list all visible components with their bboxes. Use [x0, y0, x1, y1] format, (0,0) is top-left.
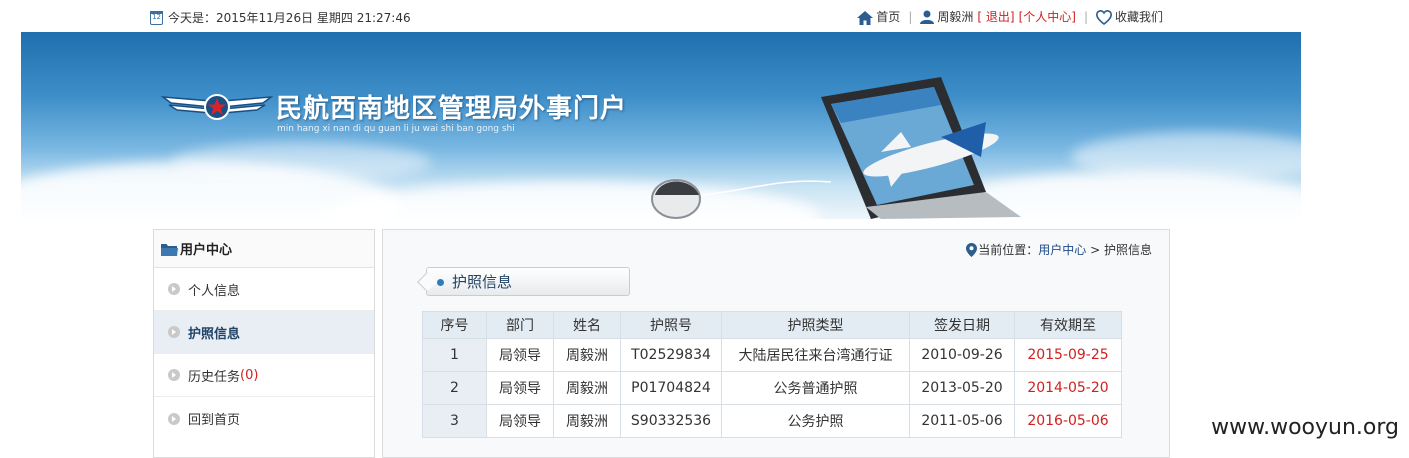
cell-department: 局领导 [486, 404, 554, 438]
site-subtitle: min hang xi nan di qu guan li ju wai shi… [277, 124, 515, 134]
favorite-label: 收藏我们 [1114, 10, 1163, 24]
top-links: 首页 | 周毅洲 [ 退出] [个人中心] | 收藏我们 [857, 8, 1163, 25]
arrow-bullet-icon [168, 283, 180, 295]
cell-issue-date: 2010-09-26 [909, 338, 1015, 372]
col-header-name: 姓名 [553, 311, 621, 339]
cell-index: 3 [422, 404, 487, 438]
site-banner: 民航西南地区管理局外事门户 min hang xi nan di qu guan… [21, 32, 1301, 219]
arrow-bullet-icon [168, 369, 180, 381]
home-label: 首页 [876, 10, 901, 24]
col-header-passport-type: 护照类型 [721, 311, 910, 339]
sidebar-item-label: 个人信息 [188, 283, 241, 299]
arrow-bullet-icon [168, 326, 180, 338]
breadcrumb-user-center[interactable]: 用户中心 [1038, 241, 1086, 258]
sidebar-item-home[interactable]: 回到首页 [154, 397, 374, 440]
col-header-department: 部门 [486, 311, 554, 339]
col-header-passport-no: 护照号 [620, 311, 722, 339]
cell-name: 周毅洲 [553, 371, 621, 405]
col-header-expiry: 有效期至 [1014, 311, 1122, 339]
divider: | [1083, 9, 1088, 24]
sidebar-item-passport-info[interactable]: 护照信息 [154, 311, 374, 354]
user-center-link[interactable]: [个人中心] [1019, 8, 1076, 25]
section-title: 护照信息 [452, 273, 513, 291]
cell-expiry: 2016-05-06 [1014, 404, 1122, 438]
breadcrumb-current: 护照信息 [1103, 243, 1152, 257]
table-row: 2 局领导 周毅洲 P01704824 公务普通护照 2013-05-20 20… [422, 371, 1122, 405]
logout-link[interactable]: [ 退出] [977, 8, 1014, 25]
section-title-tab: 护照信息 [426, 267, 630, 296]
cell-index: 1 [422, 338, 487, 372]
cell-passport-no: S90332536 [620, 404, 722, 438]
cell-passport-no: P01704824 [620, 371, 722, 405]
cell-name: 周毅洲 [553, 338, 621, 372]
table-header-row: 序号 部门 姓名 护照号 护照类型 签发日期 有效期至 [422, 311, 1122, 339]
cell-name: 周毅洲 [553, 404, 621, 438]
cell-expiry: 2015-09-25 [1014, 338, 1122, 372]
table-row: 1 局领导 周毅洲 T02529834 大陆居民往来台湾通行证 2010-09-… [422, 338, 1122, 372]
divider: | [908, 9, 913, 24]
sidebar-item-label: 护照信息 [188, 326, 241, 342]
sidebar: 用户中心 个人信息 护照信息 历史任务 (0) 回到首页 [153, 229, 375, 458]
main-panel: 当前位置： 用户中心 > 护照信息 护照信息 序号 部门 姓名 护照号 护照类型… [382, 229, 1170, 458]
breadcrumb: 当前位置： 用户中心 > 护照信息 [966, 241, 1152, 258]
date-text: 今天是：2015年11月26日 星期四 21:27:46 [168, 11, 411, 25]
calendar-icon: 12 [150, 10, 163, 25]
sidebar-heading: 用户中心 [154, 230, 374, 268]
cell-issue-date: 2011-05-06 [909, 404, 1015, 438]
cell-department: 局领导 [486, 371, 554, 405]
cell-passport-no: T02529834 [620, 338, 722, 372]
cell-passport-type: 公务护照 [721, 404, 910, 438]
watermark: www.wooyun.org [1211, 415, 1399, 440]
table-row: 3 局领导 周毅洲 S90332536 公务护照 2011-05-06 2016… [422, 404, 1122, 438]
sidebar-item-label: 回到首页 [188, 413, 241, 428]
home-icon [857, 10, 874, 25]
dot-icon [437, 279, 444, 286]
sidebar-item-history-tasks[interactable]: 历史任务 (0) [154, 354, 374, 397]
site-title: 民航西南地区管理局外事门户 [276, 94, 628, 124]
folder-icon [161, 243, 178, 256]
user-icon [920, 10, 935, 24]
top-bar: 12 今天是：2015年11月26日 星期四 21:27:46 首页 | 周毅洲… [0, 0, 1409, 32]
cell-passport-type: 公务普通护照 [721, 371, 910, 405]
date-display: 12 今天是：2015年11月26日 星期四 21:27:46 [150, 9, 411, 26]
cell-issue-date: 2013-05-20 [909, 371, 1015, 405]
heart-icon [1095, 10, 1112, 25]
laptop-airplane-illustration [651, 77, 1021, 219]
arrow-bullet-icon [168, 412, 180, 425]
user-name: 周毅洲 [937, 10, 974, 24]
sidebar-heading-text: 用户中心 [180, 243, 233, 258]
task-count: (0) [240, 367, 259, 383]
cell-department: 局领导 [486, 338, 554, 372]
cell-passport-type: 大陆居民往来台湾通行证 [721, 338, 910, 372]
favorite-link[interactable]: 收藏我们 [1095, 8, 1163, 25]
sidebar-item-label: 历史任务 [188, 369, 241, 385]
cell-expiry: 2014-05-20 [1014, 371, 1122, 405]
breadcrumb-sep: > [1086, 242, 1104, 257]
passport-table: 序号 部门 姓名 护照号 护照类型 签发日期 有效期至 1 局领导 周毅洲 T0… [422, 311, 1122, 438]
breadcrumb-prefix: 当前位置： [978, 243, 1039, 257]
col-header-issue-date: 签发日期 [909, 311, 1015, 339]
sidebar-item-personal-info[interactable]: 个人信息 [154, 268, 374, 311]
home-link[interactable]: 首页 [857, 8, 900, 25]
location-pin-icon [966, 242, 978, 257]
caac-logo [161, 94, 273, 120]
col-header-index: 序号 [422, 311, 487, 339]
cell-index: 2 [422, 371, 487, 405]
